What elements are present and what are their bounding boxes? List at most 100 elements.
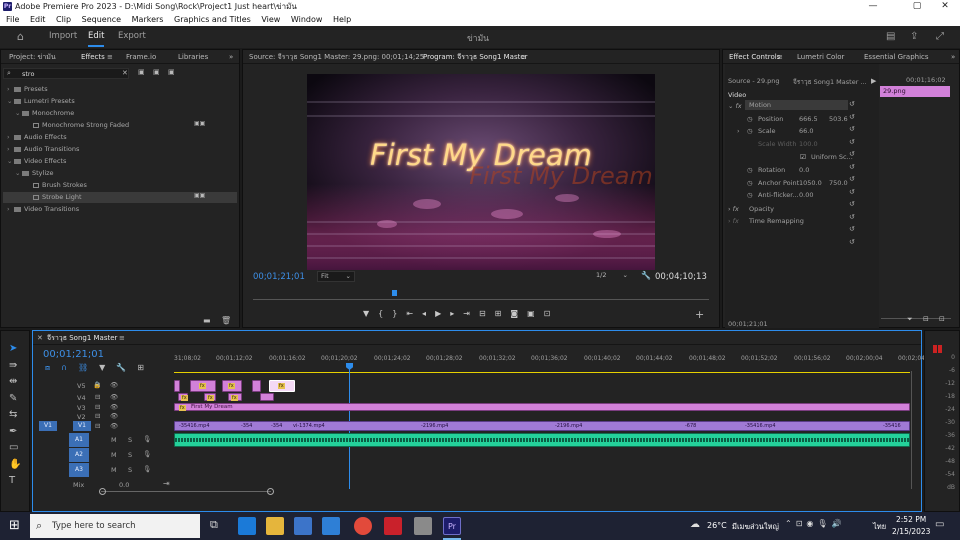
tree-item-monochrome-strong-faded[interactable]: Monochrome Strong Faded <box>33 120 129 131</box>
stopwatch-icon[interactable]: ◷ <box>747 166 753 174</box>
linked-selection-icon[interactable]: ⛓ <box>78 363 99 372</box>
program-menu-icon[interactable]: ≡ <box>521 50 527 64</box>
go-to-in-icon[interactable]: ⇤ <box>406 309 422 318</box>
nest-icon[interactable]: ⧈ <box>45 363 61 372</box>
sync-lock-icon[interactable]: ⊟ <box>95 412 100 420</box>
clip-v3-title[interactable]: fx First My Dream <box>174 403 910 411</box>
stopwatch-icon[interactable]: ◷ <box>747 115 753 123</box>
program-timecode[interactable]: 00;01;21;01 <box>253 272 305 282</box>
scale-value[interactable]: 66.0 <box>799 127 813 135</box>
mute-button[interactable]: M <box>111 436 117 444</box>
accelerated-effects-icon[interactable]: ▣ <box>138 68 145 76</box>
fit-dropdown[interactable]: Fit ⌄ <box>317 271 355 282</box>
tab-effects[interactable]: Effects <box>81 50 105 64</box>
source-patch-v1[interactable]: V1 <box>39 421 57 431</box>
app-icon[interactable] <box>414 517 432 535</box>
menu-view[interactable]: View <box>261 15 280 24</box>
mic-icon[interactable]: 🎙 <box>143 465 151 473</box>
solo-button[interactable]: S <box>128 436 132 444</box>
snap-icon[interactable]: ∩ <box>61 363 78 372</box>
tab-source[interactable]: Source: จีราวุธ Song1 Master: 29.png: 00… <box>249 50 424 64</box>
mix-value[interactable]: 0.0 <box>119 481 129 489</box>
reset-icon[interactable]: ↺ <box>849 136 855 149</box>
menu-window[interactable]: Window <box>291 15 323 24</box>
clip-v5[interactable]: fx <box>190 380 216 392</box>
timeline-vertical-scroll[interactable] <box>911 371 912 489</box>
workspace-import[interactable]: Import <box>49 31 77 41</box>
add-button-icon[interactable]: + <box>695 308 704 321</box>
opacity-row[interactable]: › fx <box>728 205 739 213</box>
eye-icon[interactable]: 👁 <box>110 393 118 401</box>
mail-icon[interactable] <box>322 517 340 535</box>
time-remap-row[interactable]: › fx <box>728 217 739 225</box>
comparison-icon[interactable]: ▣ <box>527 309 544 318</box>
mix-jump-icon[interactable]: ⇥ <box>163 479 170 488</box>
anti-flicker-value[interactable]: 0.00 <box>799 191 813 199</box>
tree-item-stylize[interactable]: ⌄ Stylize <box>15 168 54 179</box>
mic-icon[interactable]: 🎙 <box>143 435 151 443</box>
type-tool-icon[interactable]: T <box>9 473 21 490</box>
maximize-icon[interactable]: ▢ <box>902 0 932 13</box>
reset-icon[interactable]: ↺ <box>849 236 855 249</box>
tab-libraries[interactable]: Libraries <box>178 50 208 64</box>
sequence-tab[interactable]: จีราวุธ Song1 Master <box>47 331 117 345</box>
captions-icon[interactable]: ⊞ <box>137 363 155 372</box>
stopwatch-icon[interactable]: ◷ <box>747 179 753 187</box>
reset-icon[interactable]: ↺ <box>849 98 855 111</box>
clip-v4[interactable]: fx <box>204 393 216 401</box>
tray-icons[interactable]: ⌃⊡◉🎙🔊 <box>785 519 846 528</box>
effects-search-input[interactable]: ⌕ stro ✕ <box>3 68 129 79</box>
taskbar-search-input[interactable]: ⌕ Type here to search <box>30 514 200 538</box>
reset-icon[interactable]: ↺ <box>849 161 855 174</box>
mic-icon[interactable]: 🎙 <box>143 450 151 458</box>
tab-essential-graphics[interactable]: Essential Graphics <box>864 50 929 64</box>
mark-in-icon[interactable]: { <box>378 309 392 318</box>
sync-lock-icon[interactable]: ⊟ <box>95 381 100 389</box>
lift-icon[interactable]: ⊟ <box>479 309 495 318</box>
workspaces-icon[interactable]: ▤ <box>886 31 895 42</box>
anchor-y[interactable]: 750.0 <box>829 179 848 187</box>
task-view-icon[interactable]: ⧉ <box>210 518 218 532</box>
32bit-effects-icon[interactable]: ▣ <box>153 68 160 76</box>
sync-lock-icon[interactable]: ⊟ <box>95 422 100 430</box>
clock-date[interactable]: 2/15/2023 <box>892 527 930 536</box>
clip-v4[interactable] <box>260 393 274 401</box>
workspace-export[interactable]: Export <box>118 31 146 41</box>
track-target-v1[interactable]: V1 <box>73 421 91 431</box>
tab-lumetri-color[interactable]: Lumetri Color <box>797 50 844 64</box>
share-icon[interactable]: ⇪ <box>910 31 918 42</box>
eye-icon[interactable]: 👁 <box>110 381 118 389</box>
home-icon[interactable]: ⌂ <box>17 30 24 43</box>
solo-button[interactable]: S <box>128 451 132 459</box>
play-arrow-icon[interactable]: ▶ <box>871 77 876 85</box>
extract-icon[interactable]: ⊞ <box>495 309 511 318</box>
menu-graphics[interactable]: Graphics and Titles <box>174 15 251 24</box>
solo-button[interactable]: S <box>128 466 132 474</box>
reset-icon[interactable]: ↺ <box>849 123 855 136</box>
tree-item-brush-strokes[interactable]: Brush Strokes <box>33 180 87 191</box>
more-tabs-icon[interactable]: » <box>229 50 233 64</box>
tree-item-monochrome[interactable]: ⌄ Monochrome <box>15 108 74 119</box>
meter-clip-indicator[interactable] <box>933 345 937 353</box>
tab-project[interactable]: Project: ข่ามัน <box>9 50 56 64</box>
effect-controls-menu-icon[interactable]: ≡ <box>777 50 783 64</box>
tree-item-video-effects[interactable]: ⌄ Video Effects <box>7 156 66 167</box>
clip-v5[interactable]: fx <box>222 380 242 392</box>
mute-button[interactable]: M <box>111 466 117 474</box>
button-editor-icon[interactable]: ⊡ <box>544 309 560 318</box>
stopwatch-icon[interactable]: ◷ <box>747 127 753 135</box>
step-forward-icon[interactable]: ▸ <box>450 309 463 318</box>
minimize-icon[interactable]: — <box>858 0 888 13</box>
reset-icon[interactable]: ↺ <box>849 186 855 199</box>
reset-icon[interactable]: ↺ <box>849 198 855 211</box>
weather-temp[interactable]: 26°C <box>707 521 727 530</box>
ec-menu-icon[interactable]: ⊟ <box>923 315 929 323</box>
scale-expand-icon[interactable]: › <box>737 127 740 135</box>
menu-clip[interactable]: Clip <box>56 15 71 24</box>
eye-icon[interactable]: 👁 <box>110 403 118 411</box>
file-explorer-icon[interactable] <box>266 517 284 535</box>
menu-markers[interactable]: Markers <box>132 15 164 24</box>
effect-controls-timecode[interactable]: 00;01;21;01 <box>728 320 768 328</box>
reset-icon[interactable]: ↺ <box>849 223 855 236</box>
sequence-menu-icon[interactable]: ≡ <box>119 331 125 345</box>
